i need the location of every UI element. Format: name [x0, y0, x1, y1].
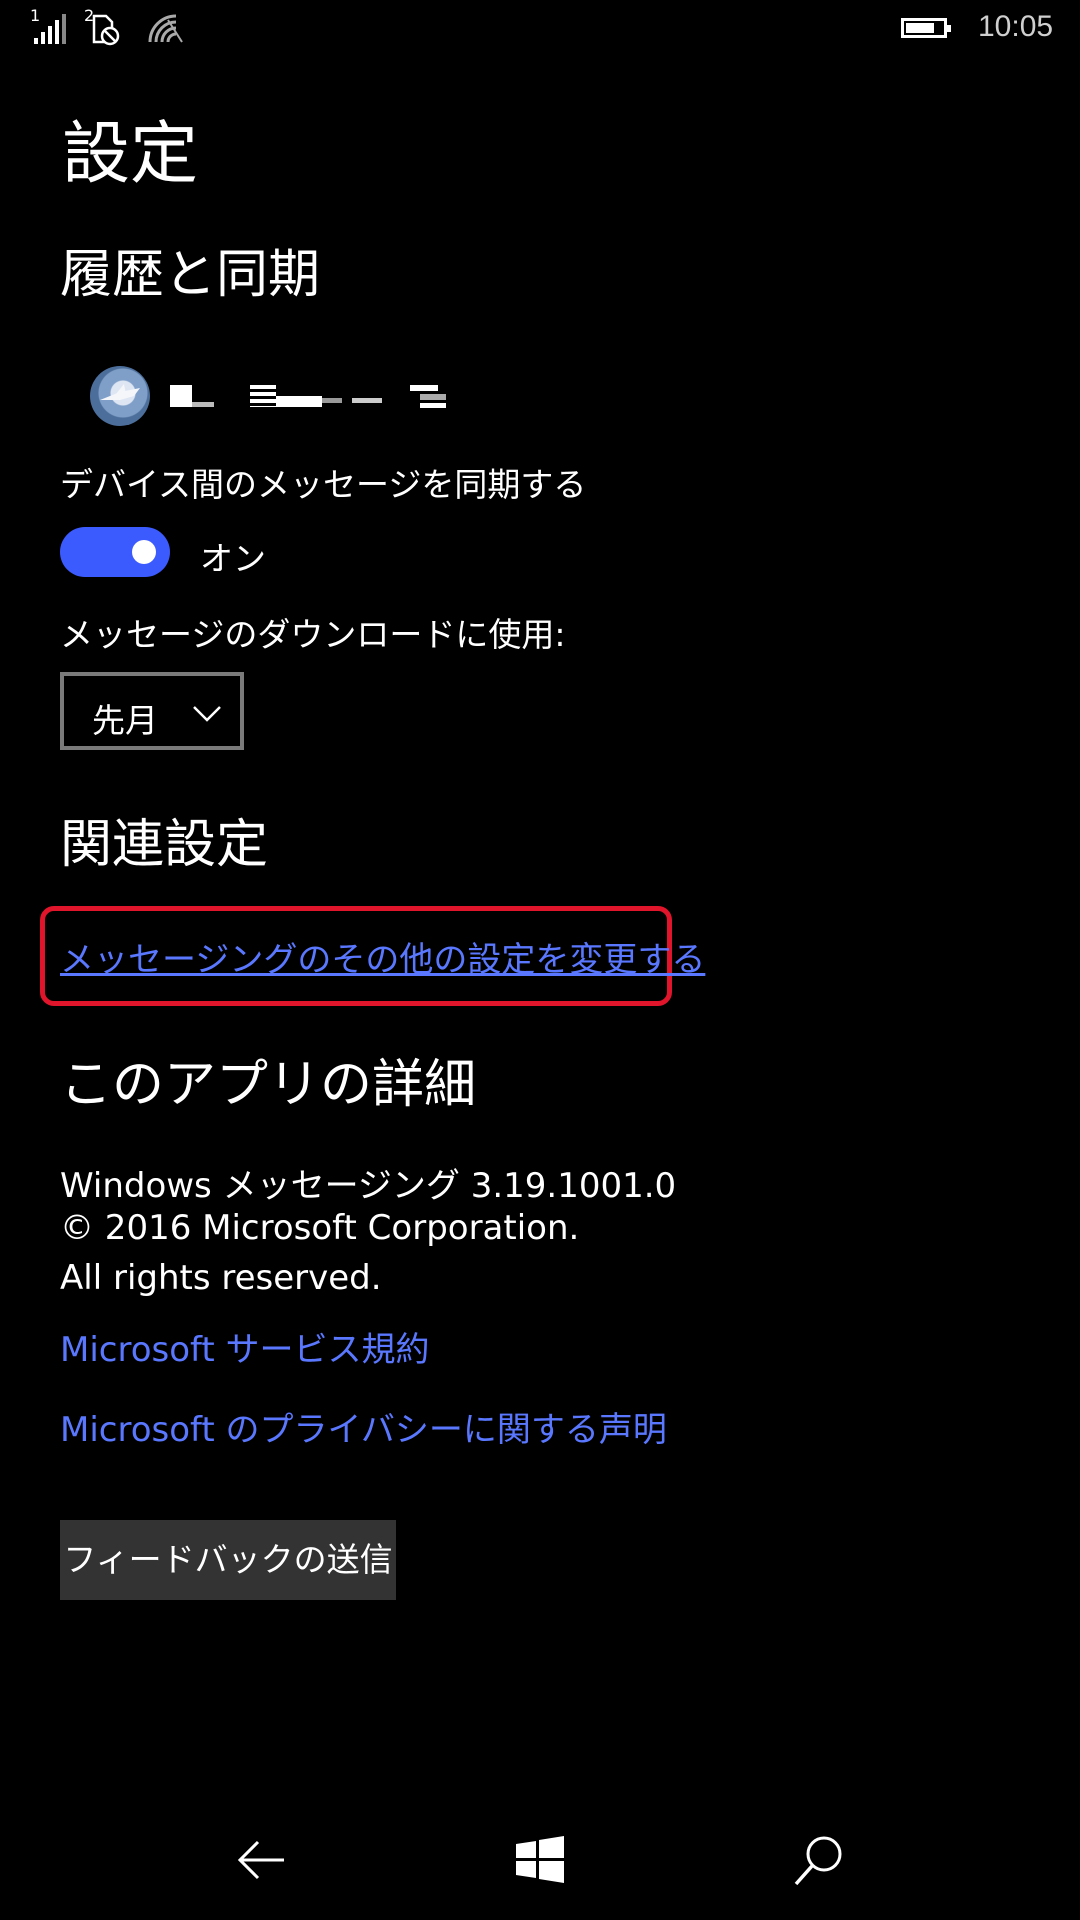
battery-level	[906, 23, 934, 33]
search-icon[interactable]	[790, 1830, 850, 1890]
redacted-name	[170, 385, 192, 407]
redacted-account	[250, 385, 276, 407]
redacted-name-part	[192, 402, 214, 407]
page-title: 設定	[62, 115, 199, 194]
sim2-label: 2	[84, 6, 95, 25]
redacted-account-part5	[420, 394, 446, 400]
copyright-text: © 2016 Microsoft Corporation.	[60, 1208, 580, 1248]
history-sync-heading: 履歴と同期	[60, 245, 321, 305]
battery-icon	[901, 18, 951, 38]
clock: 10:05	[978, 10, 1054, 43]
privacy-link[interactable]: Microsoft のプライバシーに関する声明	[60, 1402, 667, 1451]
redacted-account-part3	[352, 398, 382, 403]
terms-link[interactable]: Microsoft サービス規約	[60, 1322, 430, 1371]
navigation-bar	[0, 1800, 1080, 1920]
windows-logo-icon[interactable]	[510, 1830, 570, 1890]
related-settings-heading: 関連設定	[60, 815, 269, 875]
wifi-icon	[146, 12, 186, 46]
version-text: Windows メッセージング 3.19.1001.0	[60, 1166, 677, 1206]
status-bar: 1 2 10:05	[0, 0, 1080, 60]
chevron-down-icon	[192, 698, 222, 732]
sync-label: デバイス間のメッセージを同期する	[60, 465, 587, 504]
rights-text: All rights reserved.	[60, 1258, 382, 1298]
redacted-account-part	[276, 396, 322, 407]
about-app-heading: このアプリの詳細	[60, 1055, 477, 1115]
avatar	[90, 366, 150, 426]
redacted-account-part6	[420, 403, 446, 408]
redacted-account-part2	[322, 398, 342, 403]
signal-strength-icon-sim1: 1	[30, 6, 70, 46]
sync-toggle[interactable]	[60, 527, 170, 577]
toggle-state-label: オン	[200, 539, 266, 578]
redacted-account-part4	[410, 385, 438, 391]
no-sim-icon-sim2: 2	[84, 6, 124, 46]
back-arrow-icon[interactable]	[232, 1830, 292, 1890]
toggle-knob	[132, 540, 156, 564]
dropdown-value: 先月	[92, 701, 158, 740]
more-messaging-settings-link[interactable]: メッセージングのその他の設定を変更する	[60, 932, 705, 981]
download-period-dropdown[interactable]: 先月	[60, 672, 244, 750]
sim1-label: 1	[30, 6, 41, 25]
send-feedback-button[interactable]: フィードバックの送信	[60, 1520, 396, 1600]
download-label: メッセージのダウンロードに使用:	[60, 615, 566, 654]
